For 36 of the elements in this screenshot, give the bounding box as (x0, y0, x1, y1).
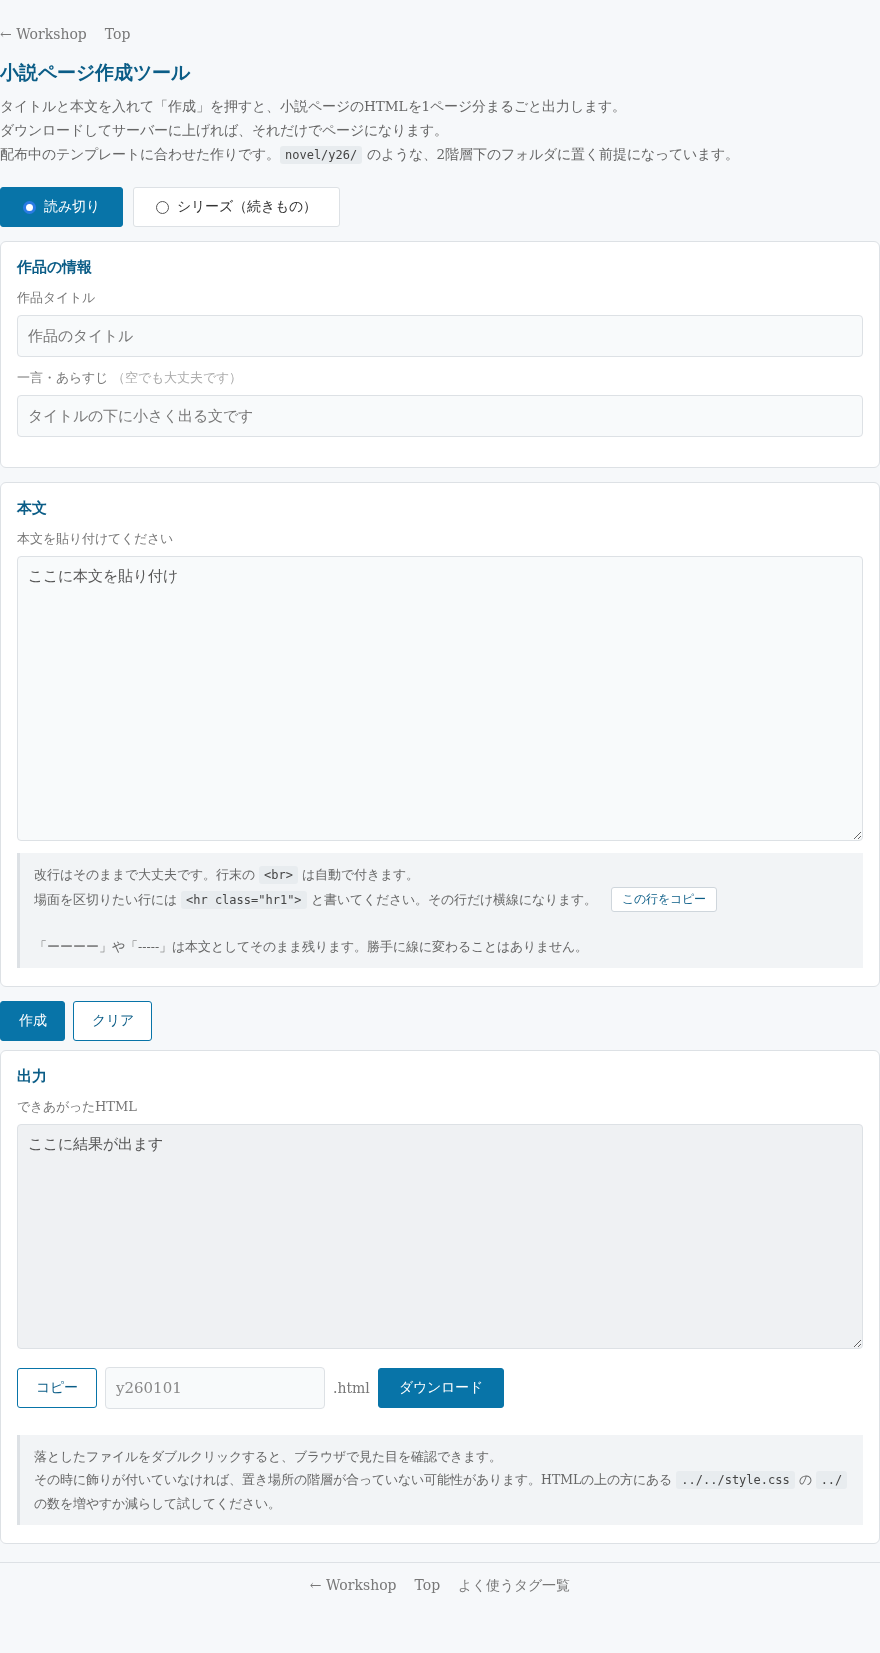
output-textarea[interactable]: ここに結果が出ます (17, 1124, 863, 1349)
mode-radio-button[interactable]: シリーズ（続きもの） (133, 187, 340, 227)
intro-text: 配布中のテンプレートに合わせた作りです。 novel/y26/ のような、2階層下のフォルダに置く前提になっています。 (0, 145, 741, 166)
text-input[interactable]: タイトルの下に小さく出る文です (17, 395, 863, 437)
field-label: 一言・あらすじ （空でも大丈夫です） (17, 369, 244, 387)
footer-link[interactable]: Top (414, 1577, 441, 1595)
action-button[interactable]: クリア (73, 1001, 152, 1041)
download-button[interactable]: ダウンロード (377, 1368, 504, 1408)
section-heading: 本文 (17, 499, 48, 518)
field-label: 本文を貼り付けてください (17, 530, 174, 548)
hint-text: 場面を区切りたい行には <hr class="hr1"> と書いてください。その行だけ横線になります。 (34, 889, 597, 911)
intro-text: タイトルと本文を入れて「作成」を押すと、小説ページのHTMLを1ページ分まるごと出力します。 (0, 97, 628, 116)
radio-icon (23, 200, 36, 214)
section-heading: 出力 (17, 1067, 48, 1086)
section-heading: 作品の情報 (17, 258, 93, 277)
hint-text: 改行はそのままで大丈夫です。行末の <br> は自動で付きます。 (34, 865, 419, 886)
filename-input[interactable]: y260101 (105, 1367, 325, 1409)
copy-button[interactable]: コピー (17, 1368, 97, 1408)
copy-line-button[interactable]: この行をコピー (610, 887, 717, 912)
hint-text: 「ーーーー」や「-----」は本文としてそのまま残ります。勝手に線に変わることはありません。 (34, 938, 589, 956)
action-button[interactable]: 作成 (0, 1001, 65, 1041)
nav-link[interactable]: Top (104, 26, 131, 42)
radio-icon (156, 200, 169, 214)
footer-link[interactable]: よく使うタグ一覧 (458, 1577, 571, 1595)
field-label: 作品タイトル (17, 289, 96, 307)
mode-radio-button[interactable]: 読み切り (0, 187, 123, 227)
footer-link[interactable]: ← Workshop (309, 1577, 397, 1595)
intro-text: ダウンロードしてサーバーに上げれば、それだけでページになります。 (0, 121, 449, 140)
field-label: できあがったHTML (17, 1098, 138, 1116)
text-input[interactable]: 作品のタイトル (17, 315, 863, 357)
note-text: その時に飾りが付いていなければ、置き場所の階層が合っていない可能性があります。HTMLの上の方にある ../../style.css の ../ の数を増やすか減らして試してください。 (34, 1468, 849, 1515)
body-textarea[interactable]: ここに本文を貼り付け (17, 556, 863, 841)
extension-text: .html (333, 1380, 370, 1396)
page-title: 小説ページ作成ツール (0, 60, 191, 85)
nav-link[interactable]: ← Workshop (0, 26, 87, 42)
note-text: 落としたファイルをダブルクリックすると、ブラウザで見た目を確認できます。 (34, 1448, 503, 1466)
